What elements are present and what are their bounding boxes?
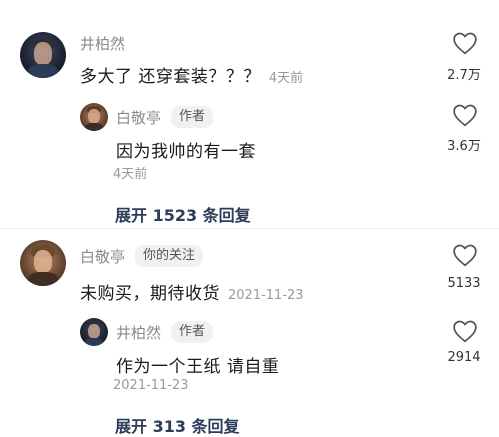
reply-time: 2021-11-23 bbox=[113, 378, 189, 393]
heart-outline-icon[interactable] bbox=[452, 103, 478, 127]
heart-outline-icon[interactable] bbox=[452, 243, 478, 267]
like-count: 2914 bbox=[447, 350, 481, 365]
like-button[interactable] bbox=[452, 243, 478, 271]
avatar[interactable] bbox=[80, 103, 108, 131]
like-button[interactable] bbox=[452, 31, 478, 59]
following-badge: 你的关注 bbox=[135, 245, 204, 267]
comment-text: 多大了 还穿套装？？？ bbox=[80, 67, 261, 87]
like-button[interactable] bbox=[452, 103, 478, 131]
reply-text: 作为一个王纸 请自重 bbox=[116, 357, 280, 377]
avatar[interactable] bbox=[20, 240, 66, 286]
avatar[interactable] bbox=[20, 32, 66, 78]
divider bbox=[0, 228, 499, 229]
reply-author[interactable]: 井柏然 bbox=[116, 322, 161, 343]
reply-author[interactable]: 白敬亭 bbox=[116, 107, 161, 128]
like-count: 5133 bbox=[447, 276, 481, 291]
heart-outline-icon[interactable] bbox=[452, 319, 478, 343]
author-badge: 作者 bbox=[171, 321, 214, 343]
author-badge: 作者 bbox=[171, 106, 214, 128]
comment-time: 2021-11-23 bbox=[228, 288, 304, 303]
expand-replies-link[interactable]: 展开 313 条回复 bbox=[115, 413, 240, 437]
reply-text: 因为我帅的有一套 bbox=[116, 142, 256, 162]
comment-author[interactable]: 白敬亭 bbox=[80, 246, 125, 267]
comment-time: 4天前 bbox=[268, 71, 304, 86]
comment-text: 未购买，期待收货 bbox=[80, 284, 220, 304]
avatar[interactable] bbox=[80, 318, 108, 346]
like-button[interactable] bbox=[452, 319, 478, 347]
like-count: 3.6万 bbox=[447, 139, 481, 154]
reply-time: 4天前 bbox=[113, 167, 148, 182]
comment-author[interactable]: 井柏然 bbox=[80, 33, 125, 54]
expand-replies-link[interactable]: 展开 1523 条回复 bbox=[115, 202, 251, 226]
like-count: 2.7万 bbox=[447, 68, 481, 83]
heart-outline-icon[interactable] bbox=[452, 31, 478, 55]
